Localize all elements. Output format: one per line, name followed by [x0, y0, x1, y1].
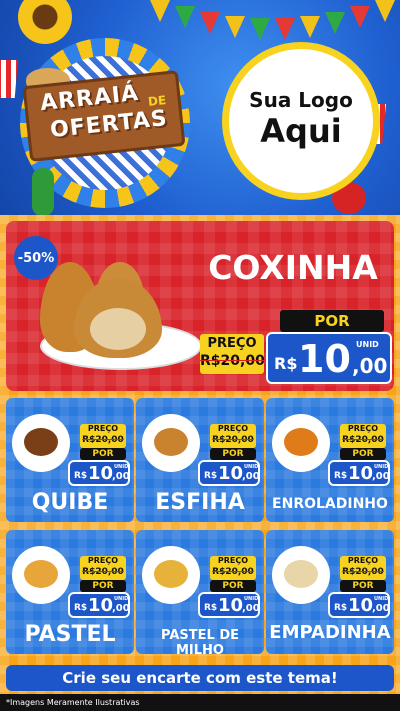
unit-label: UNID: [244, 464, 259, 470]
old-price-tag: PREÇO R$20,00: [210, 424, 256, 448]
hero-product-name: COXINHA: [208, 248, 378, 287]
pennant-decoration: [375, 0, 395, 22]
old-price-tag: PREÇO R$20,00: [200, 334, 265, 374]
product-name: ESFIHA: [155, 490, 245, 515]
price-decimal: ,00: [372, 471, 390, 482]
old-price-tag: PREÇO R$20,00: [80, 424, 126, 448]
product-name: PASTEL DE MILHO: [161, 628, 239, 654]
unit-label: UNID: [244, 596, 259, 602]
price-integer: 10: [348, 595, 374, 616]
product-card[interactable]: PREÇO R$20,00 POR R$ 10,00 UNID EMPADINHA: [266, 530, 394, 654]
por-label: POR: [340, 448, 386, 460]
old-price: R$20,00: [342, 435, 384, 445]
currency: R$: [204, 471, 218, 481]
preco-label: PREÇO: [87, 424, 119, 433]
product-card[interactable]: PREÇO R$20,00 POR R$ 10,00 UNID PASTEL: [6, 530, 134, 654]
currency: R$: [204, 603, 218, 613]
logo-placeholder-line1: Sua Logo: [249, 88, 353, 112]
price-decimal: ,00: [372, 603, 390, 614]
food-image: [272, 546, 330, 604]
por-label: POR: [80, 580, 126, 592]
food-image: [142, 546, 200, 604]
currency: R$: [334, 603, 348, 613]
footer-note: *Imagens Meramente Ilustrativas: [0, 694, 400, 711]
preco-label: PREÇO: [217, 424, 249, 433]
preco-label: PREÇO: [217, 556, 249, 565]
pennant-decoration: [275, 18, 295, 40]
food-image: [142, 414, 200, 472]
preco-label: PREÇO: [207, 336, 257, 351]
new-price-tag: R$ 10,00 UNID: [328, 460, 390, 486]
old-price-tag: PREÇO R$20,00: [80, 556, 126, 580]
pennant-decoration: [150, 0, 170, 22]
old-price: R$20,00: [212, 435, 254, 445]
new-price-tag: R$ 10,00 UNID: [328, 592, 390, 618]
price-integer: 10: [298, 337, 351, 381]
unit-label: UNID: [114, 464, 129, 470]
new-price-tag: R$ 10,00 UNID: [68, 460, 130, 486]
discount-badge: -50%: [14, 236, 58, 280]
new-price-tag: R$ 10,00 UNID: [198, 592, 260, 618]
old-price: R$20,00: [82, 567, 124, 577]
pennant-decoration: [225, 16, 245, 38]
old-price: R$20,00: [82, 435, 124, 445]
unit-label: UNID: [356, 340, 379, 349]
price-decimal: ,00: [242, 603, 260, 614]
food-image: [272, 414, 330, 472]
old-price: R$20,00: [212, 567, 254, 577]
old-price: R$20,00: [342, 567, 384, 577]
cactus-icon: [32, 168, 54, 216]
price-decimal: ,00: [112, 603, 130, 614]
coxinha-filling: [90, 308, 146, 350]
currency: R$: [334, 471, 348, 481]
currency: R$: [74, 471, 88, 481]
por-label: POR: [210, 448, 256, 460]
new-price-tag: R$ 10,00 UNID: [68, 592, 130, 618]
food-image: [12, 546, 70, 604]
price-decimal: ,00: [112, 471, 130, 482]
preco-label: PREÇO: [87, 556, 119, 565]
por-label: POR: [340, 580, 386, 592]
product-card[interactable]: PREÇO R$20,00 POR R$ 10,00 UNID ESFIHA: [136, 398, 264, 522]
old-price-tag: PREÇO R$20,00: [210, 556, 256, 580]
pennant-decoration: [200, 12, 220, 34]
product-name: PASTEL: [24, 622, 116, 647]
currency: R$: [74, 603, 88, 613]
unit-label: UNID: [374, 596, 389, 602]
por-label: POR: [210, 580, 256, 592]
product-name: ENROLADINHO: [272, 496, 388, 512]
price-integer: 10: [88, 463, 114, 484]
currency: R$: [274, 354, 298, 373]
pennant-decoration: [175, 6, 195, 28]
preco-label: PREÇO: [347, 556, 379, 565]
product-card[interactable]: PREÇO R$20,00 POR R$ 10,00 UNID ENROLADINHO: [266, 398, 394, 522]
price-integer: 10: [218, 595, 244, 616]
price-integer: 10: [348, 463, 374, 484]
cta-button[interactable]: Crie seu encarte com este tema!: [6, 665, 394, 691]
por-label: POR: [280, 310, 384, 332]
product-card[interactable]: PREÇO R$20,00 POR R$ 10,00 UNID QUIBE: [6, 398, 134, 522]
price-decimal: ,00: [352, 354, 388, 378]
unit-label: UNID: [374, 464, 389, 470]
pennant-decoration: [325, 12, 345, 34]
old-price-tag: PREÇO R$20,00: [340, 424, 386, 448]
preco-label: PREÇO: [347, 424, 379, 433]
product-card[interactable]: PREÇO R$20,00 POR R$ 10,00 UNID PASTEL DE MILH…: [136, 530, 264, 654]
old-price: R$20,00: [200, 353, 265, 369]
pennant-decoration: [250, 18, 270, 40]
pennant-decoration: [350, 6, 370, 28]
pennant-decoration: [300, 16, 320, 38]
por-label: POR: [80, 448, 126, 460]
new-price-tag: R$ 10,00 UNID: [198, 460, 260, 486]
product-name: EMPADINHA: [269, 622, 391, 643]
food-image: [12, 414, 70, 472]
price-integer: 10: [218, 463, 244, 484]
unit-label: UNID: [114, 596, 129, 602]
new-price-tag: R$ 10 ,00 UNID: [266, 332, 392, 384]
old-price-tag: PREÇO R$20,00: [340, 556, 386, 580]
price-integer: 10: [88, 595, 114, 616]
logo-placeholder-line2: Aqui: [260, 112, 342, 150]
product-name: QUIBE: [31, 490, 109, 515]
price-decimal: ,00: [242, 471, 260, 482]
